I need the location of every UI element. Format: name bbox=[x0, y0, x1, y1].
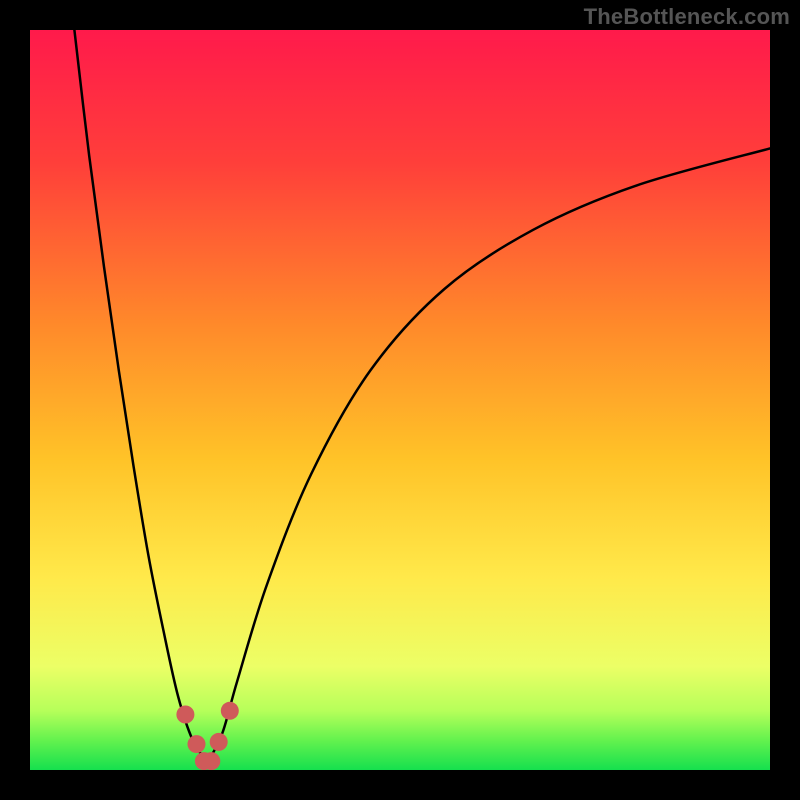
cusp-marker bbox=[210, 733, 228, 751]
chart-plot-area bbox=[30, 30, 770, 770]
watermark-text: TheBottleneck.com bbox=[584, 4, 790, 30]
cusp-marker bbox=[188, 735, 206, 753]
cusp-marker bbox=[202, 752, 220, 770]
cusp-marker bbox=[221, 702, 239, 720]
chart-frame: TheBottleneck.com bbox=[0, 0, 800, 800]
cusp-marker bbox=[176, 706, 194, 724]
chart-background-gradient bbox=[30, 30, 770, 770]
chart-svg bbox=[30, 30, 770, 770]
